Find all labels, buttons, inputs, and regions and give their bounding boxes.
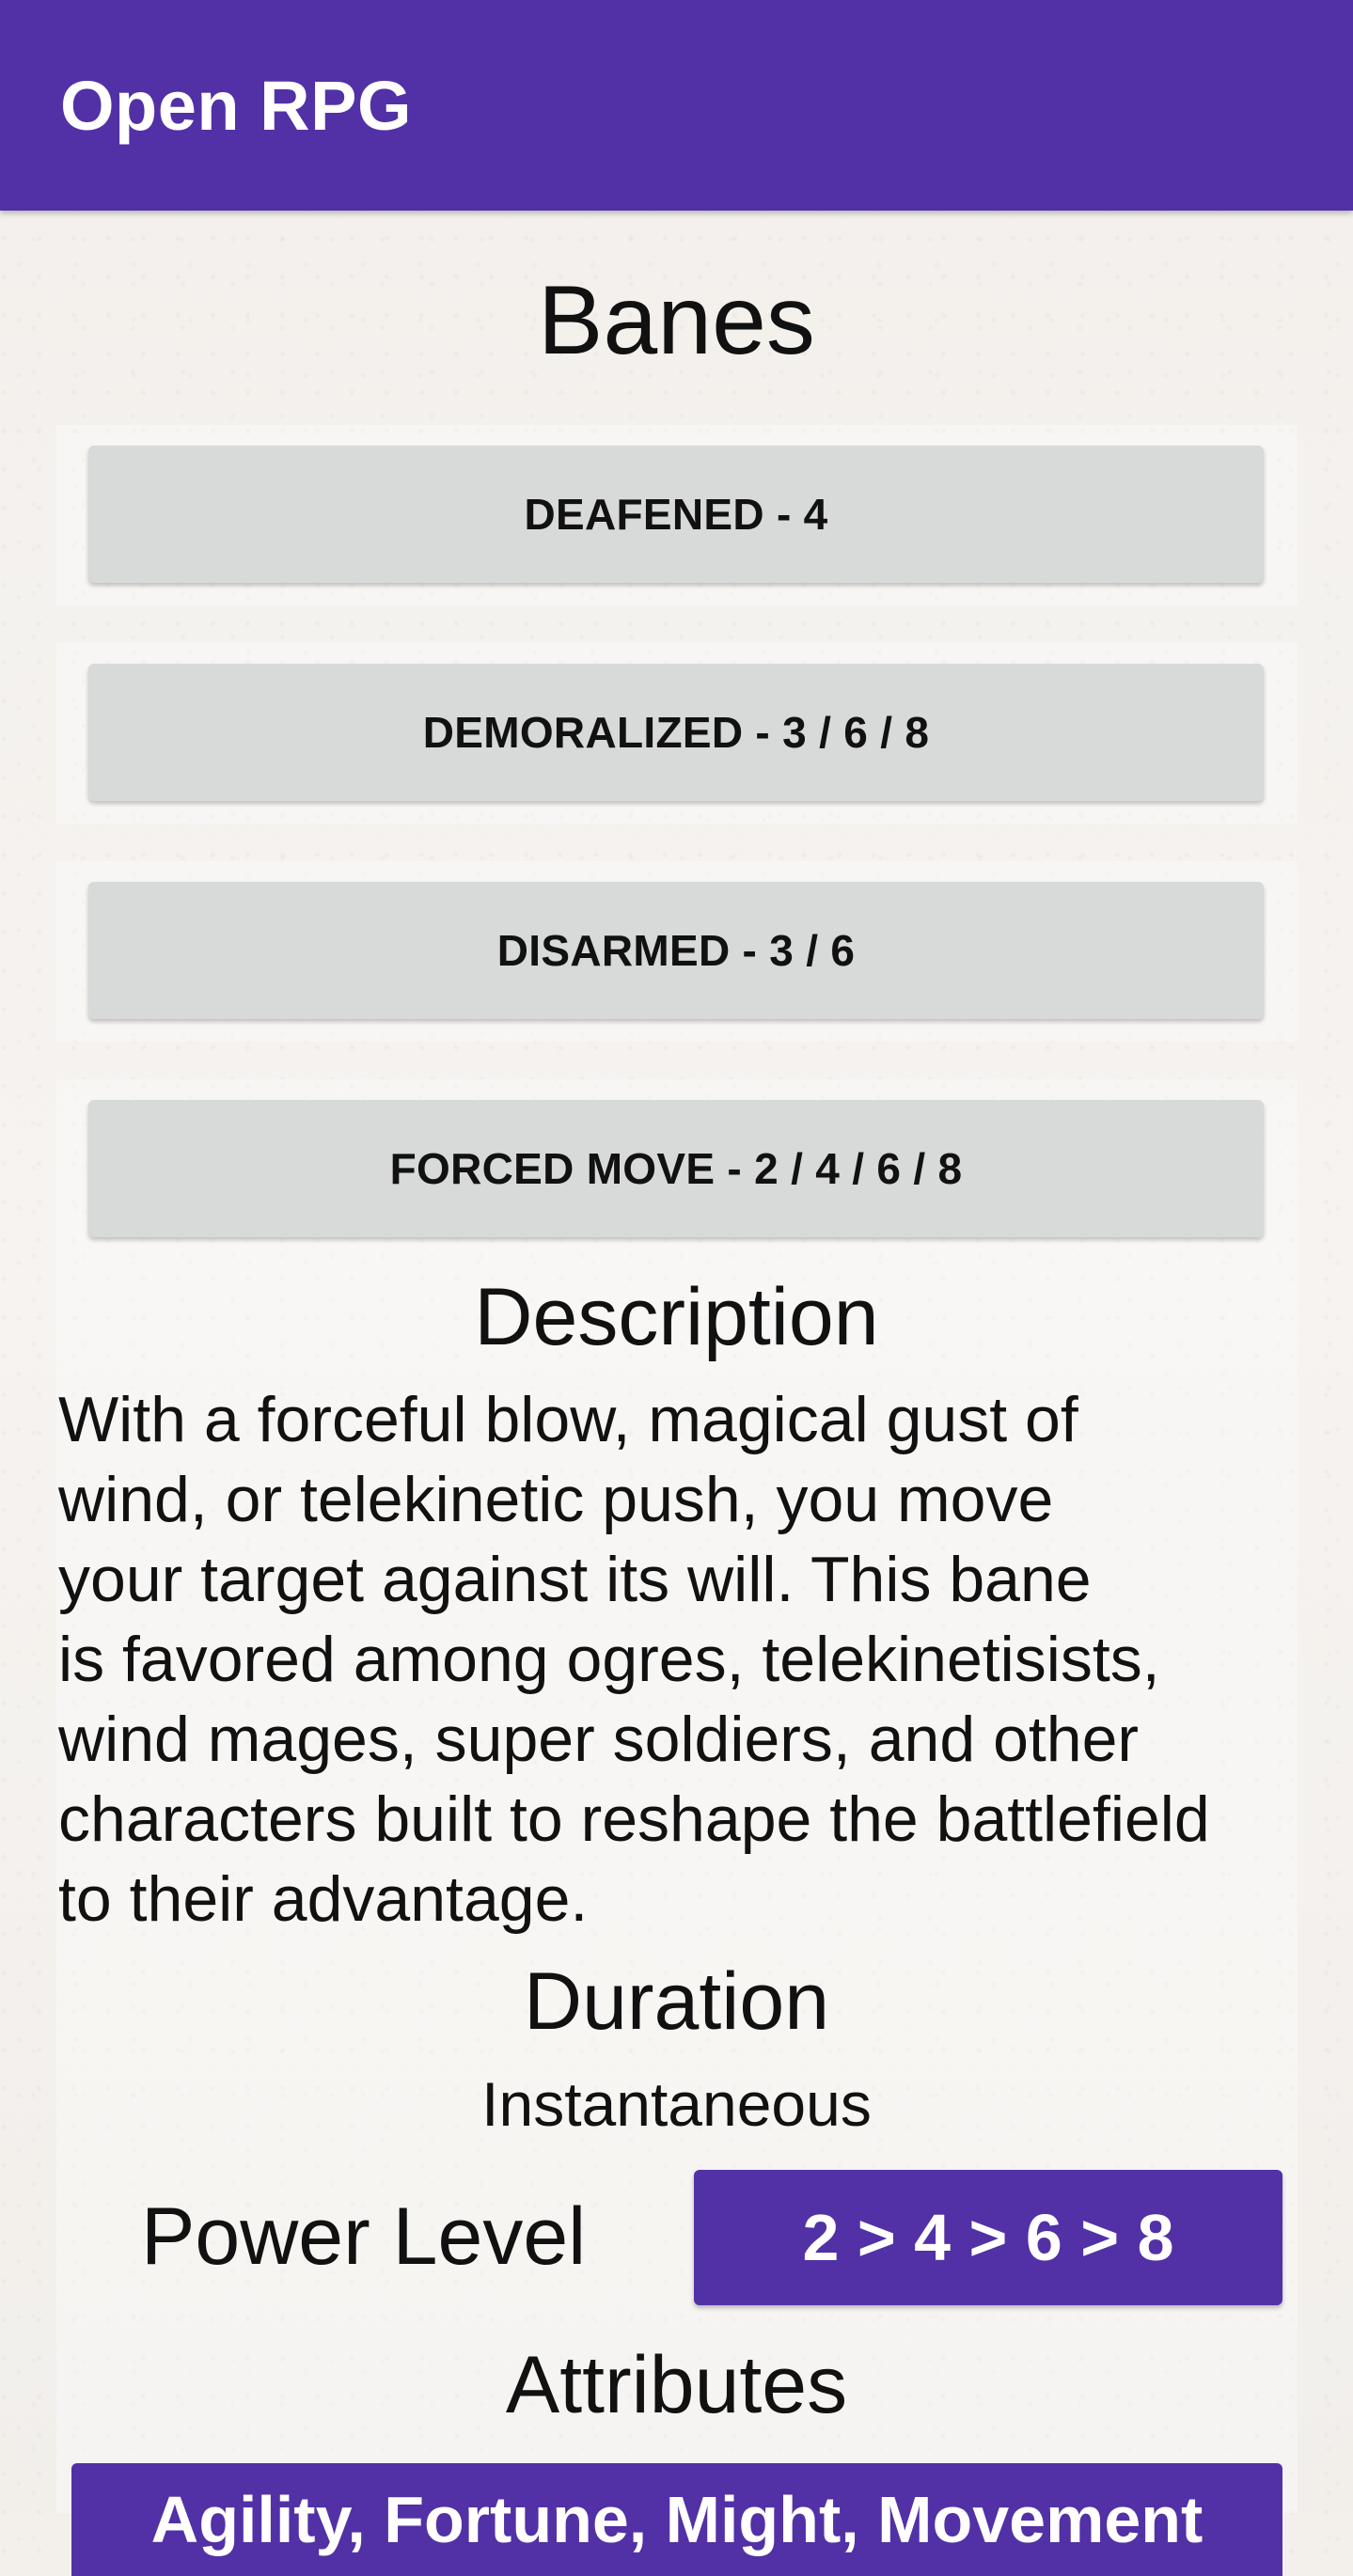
- bane-button-disarmed[interactable]: DISARMED - 3 / 6: [88, 882, 1264, 1019]
- description-line: wind mages, super soldiers, and other: [58, 1704, 1140, 1775]
- attributes-heading: Attributes: [505, 2340, 848, 2430]
- description-line: your target against its will. This bane: [58, 1544, 1092, 1615]
- duration-heading: Duration: [523, 1956, 830, 2047]
- description-line: characters built to reshape the battlefi…: [58, 1783, 1210, 1855]
- description-line: wind, or telekinetic push, you move: [58, 1464, 1054, 1535]
- power-level-button[interactable]: 2 > 4 > 6 > 8: [694, 2170, 1282, 2305]
- description-line: With a forceful blow, magical gust of: [58, 1384, 1078, 1455]
- description-line: to their advantage.: [58, 1863, 589, 1935]
- power-level-label: Power Level: [141, 2191, 587, 2282]
- app-title: Open RPG: [60, 67, 413, 145]
- page-title: Banes: [538, 266, 815, 375]
- bane-button-demoralized[interactable]: DEMORALIZED - 3 / 6 / 8: [88, 664, 1264, 801]
- bane-button-deafened[interactable]: DEAFENED - 4: [88, 446, 1264, 583]
- duration-value: Instantaneous: [481, 2069, 872, 2139]
- description-heading: Description: [474, 1272, 879, 1362]
- description-text: With a forceful blow, magical gust of wi…: [58, 1380, 1318, 1940]
- bane-button-forced-move[interactable]: FORCED MOVE - 2 / 4 / 6 / 8: [88, 1100, 1264, 1237]
- description-line: is favored among ogres, telekinetisists,: [58, 1624, 1160, 1695]
- attributes-button[interactable]: Agility, Fortune, Might, Movement: [71, 2463, 1282, 2576]
- app-bar: Open RPG: [0, 0, 1353, 211]
